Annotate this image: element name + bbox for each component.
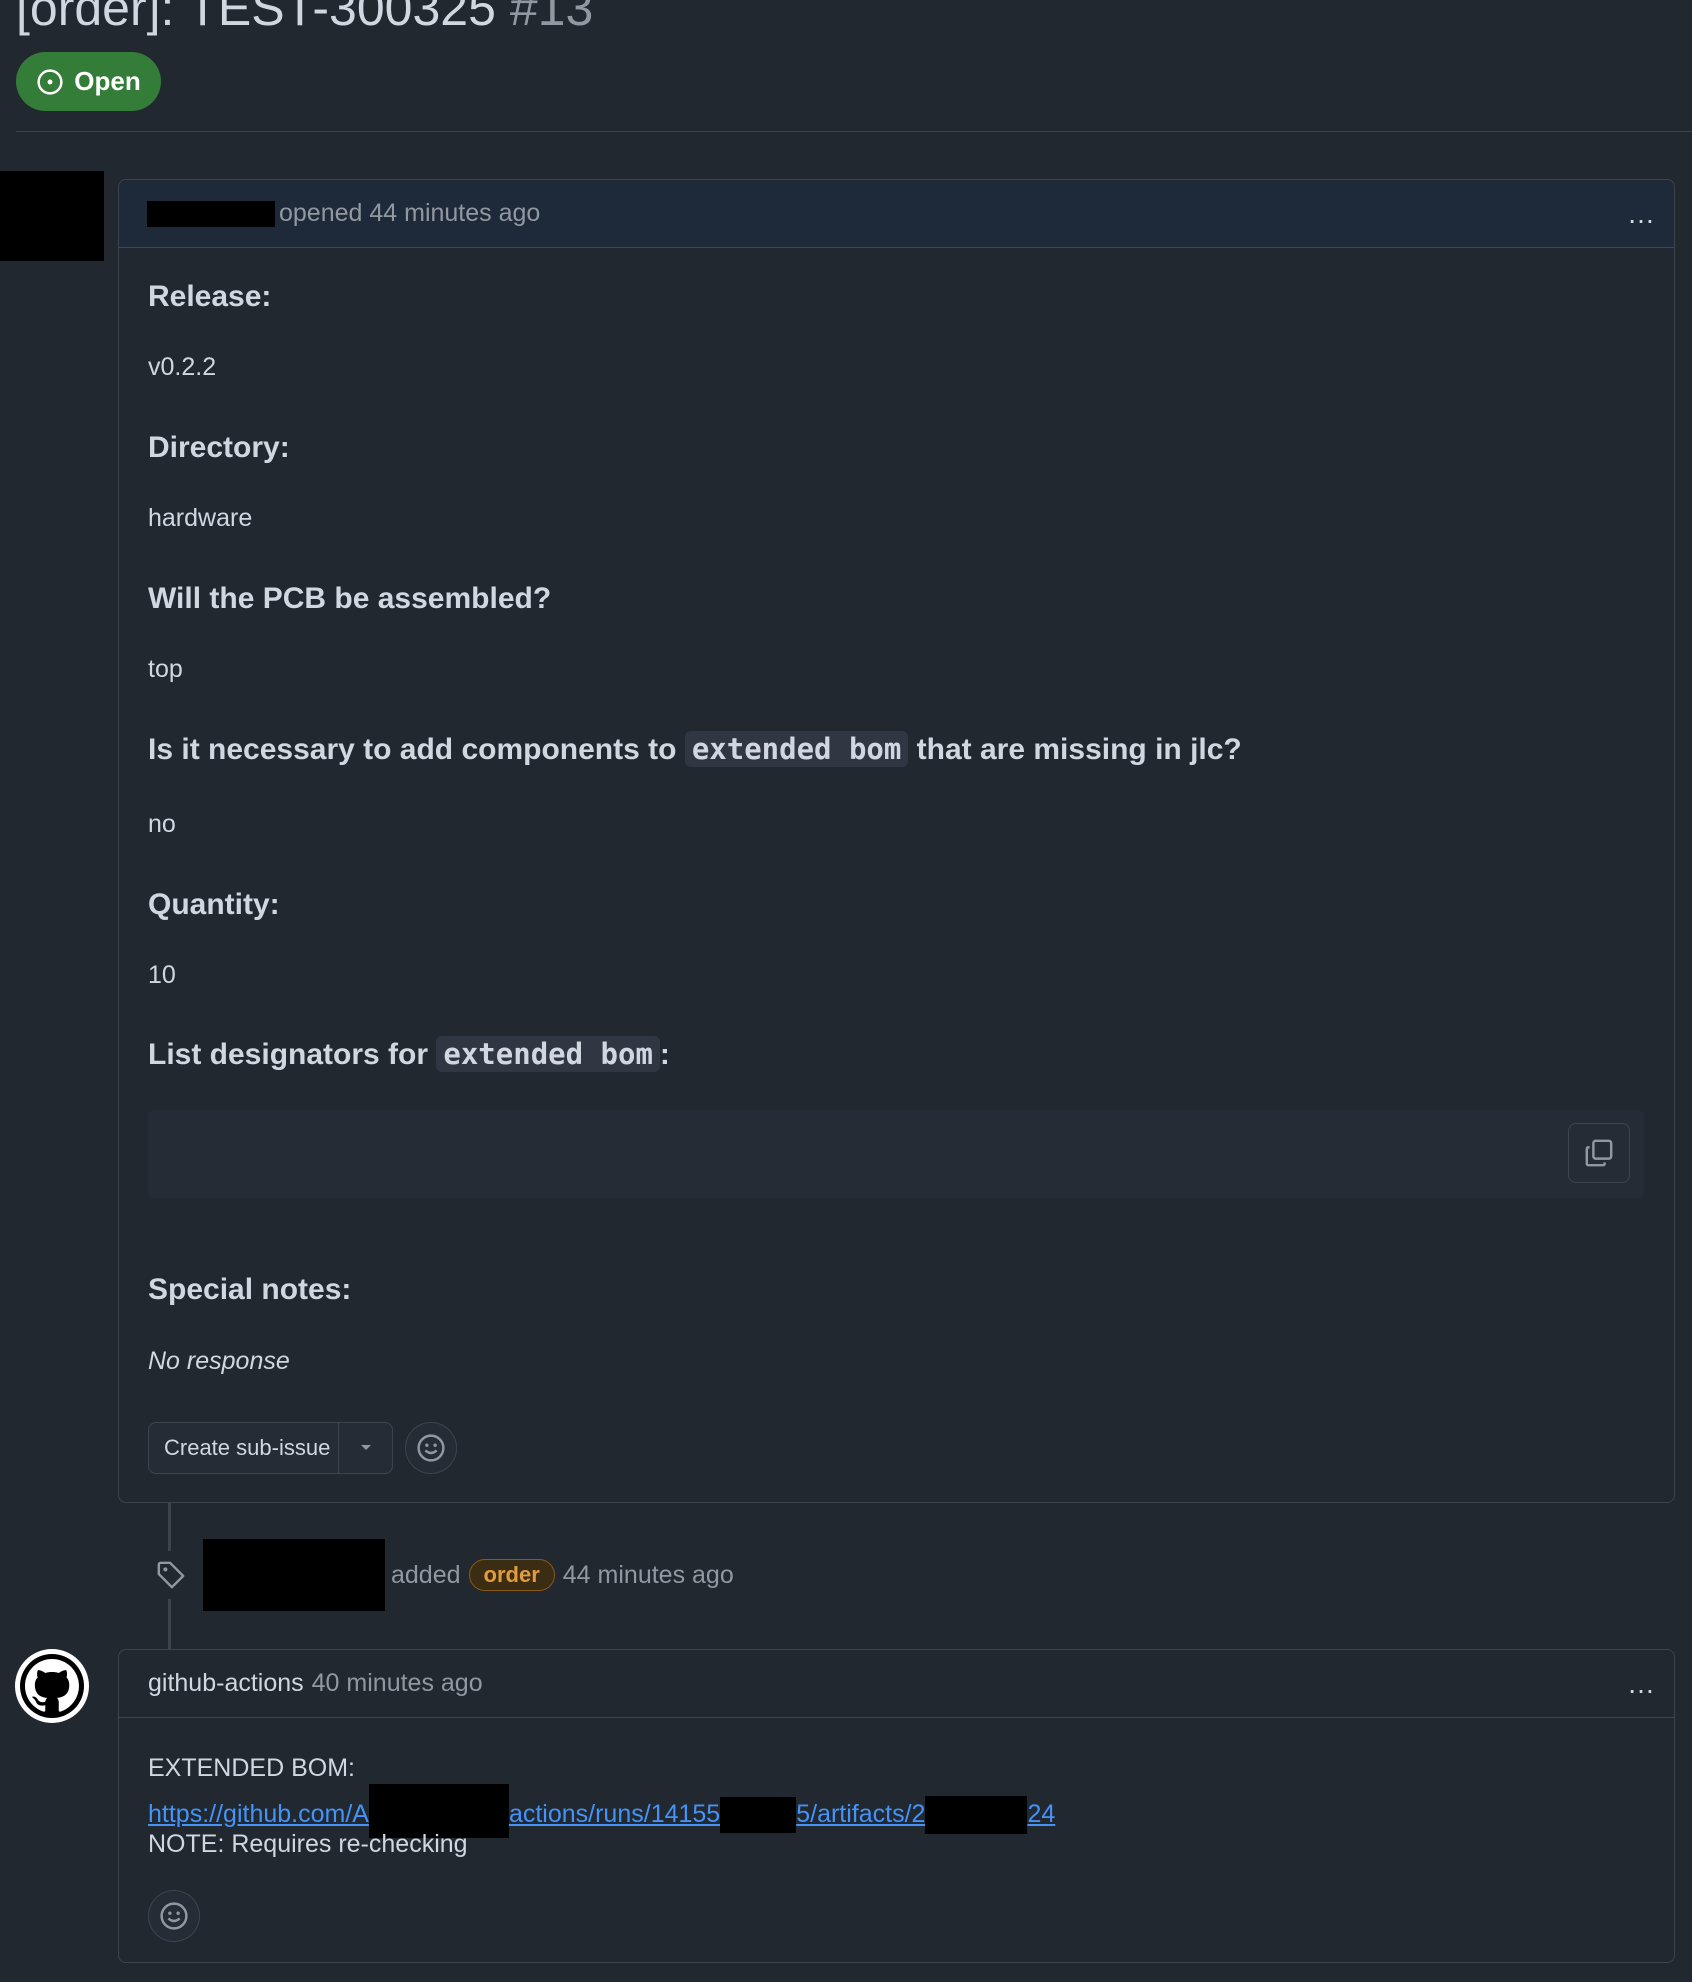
- event-action: added: [391, 1560, 461, 1589]
- directory-value: hardware: [148, 504, 253, 532]
- timeline-event: added order 44 minutes ago: [147, 1534, 734, 1616]
- event-time: 44 minutes ago: [562, 1560, 734, 1589]
- extended-heading-post: that are missing in jlc?: [916, 733, 1242, 766]
- header-divider: [16, 131, 1692, 132]
- copy-button[interactable]: [1568, 1123, 1630, 1183]
- quantity-heading: Quantity:: [148, 888, 280, 921]
- artifact-link[interactable]: https://github.com/A actions/runs/14155 5/…: [148, 1784, 1056, 1838]
- directory-heading: Directory:: [148, 431, 290, 464]
- extended-heading-pre: Is it necessary to add components to: [148, 733, 677, 766]
- add-reaction-button[interactable]: [405, 1422, 457, 1474]
- bot-comment-menu-button[interactable]: …: [1627, 1668, 1656, 1700]
- bot-comment: github-actions 40 minutes ago … EXTENDED…: [118, 1649, 1675, 1963]
- notes-value: No response: [148, 1347, 290, 1375]
- opening-comment: opened 44 minutes ago … Release: v0.2.2 …: [118, 179, 1675, 1503]
- github-actions-avatar[interactable]: [15, 1649, 89, 1723]
- tag-icon: [157, 1561, 185, 1589]
- quantity-value: 10: [148, 961, 176, 989]
- extended-value: no: [148, 810, 176, 838]
- assembled-heading: Will the PCB be assembled?: [148, 582, 552, 615]
- create-sub-issue-button[interactable]: Create sub-issue: [148, 1422, 393, 1474]
- release-heading: Release:: [148, 280, 272, 313]
- release-value: v0.2.2: [148, 353, 217, 381]
- bot-time: 40 minutes ago: [311, 1669, 483, 1697]
- bot-comment-header: github-actions 40 minutes ago …: [119, 1650, 1674, 1718]
- smiley-icon: [160, 1902, 188, 1930]
- issue-open-icon: [37, 68, 63, 95]
- comment-menu-button[interactable]: …: [1627, 198, 1656, 230]
- issue-state-badge: Open: [16, 52, 161, 111]
- copy-icon: [1585, 1139, 1613, 1167]
- label-order[interactable]: order: [468, 1559, 555, 1591]
- author-avatar[interactable]: [0, 171, 104, 261]
- github-logo-icon: [25, 1659, 79, 1712]
- create-sub-issue-label: Create sub-issue: [164, 1435, 331, 1460]
- comment-header: opened 44 minutes ago …: [119, 180, 1674, 248]
- link-part-3: 5/artifacts/2: [796, 1799, 926, 1828]
- issue-title-text: [order]: TEST-300325: [16, 0, 496, 36]
- issue-number: #13: [509, 0, 594, 36]
- issue-title: [order]: TEST-300325 #13: [16, 0, 593, 38]
- notes-heading: Special notes:: [148, 1273, 352, 1306]
- author-name-redacted[interactable]: [147, 200, 275, 227]
- designators-heading-pre: List designators for: [148, 1038, 429, 1071]
- comment-meta: opened 44 minutes ago: [279, 199, 541, 227]
- bot-line-extended-bom: EXTENDED BOM:: [148, 1754, 355, 1782]
- bot-add-reaction-button[interactable]: [148, 1890, 200, 1942]
- link-part-1: https://github.com/A: [148, 1799, 369, 1828]
- designators-heading-code: extended bom: [436, 1036, 660, 1072]
- link-part-4: 24: [1027, 1799, 1056, 1828]
- designators-code-block: [148, 1110, 1644, 1198]
- designators-heading-post: :: [659, 1038, 670, 1071]
- create-sub-issue-dropdown[interactable]: [338, 1423, 392, 1473]
- event-actor-redacted[interactable]: [203, 1539, 385, 1611]
- designators-heading: List designators for extended bom:: [148, 1036, 670, 1072]
- link-redacted-3: [925, 1796, 1028, 1834]
- bot-author[interactable]: github-actions: [148, 1669, 304, 1698]
- issue-state-label: Open: [74, 66, 141, 96]
- extended-heading-code: extended bom: [684, 731, 909, 767]
- link-part-2: actions/runs/14155: [508, 1799, 721, 1828]
- link-redacted-2: [720, 1797, 797, 1833]
- tag-icon-badge: [147, 1551, 195, 1599]
- bot-note-line: NOTE: Requires re-checking: [148, 1830, 468, 1858]
- chevron-down-icon: [360, 1445, 371, 1450]
- assembled-value: top: [148, 655, 183, 683]
- smiley-icon: [417, 1434, 445, 1462]
- extended-heading: Is it necessary to add components to ext…: [148, 731, 1242, 767]
